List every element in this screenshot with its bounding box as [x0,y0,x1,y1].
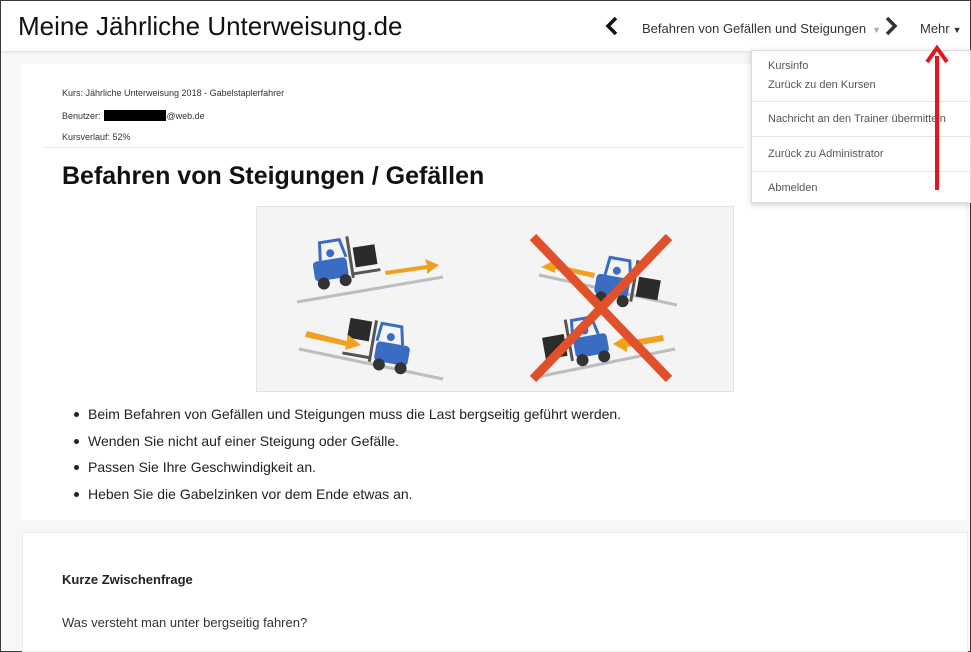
lesson-select-label: Befahren von Gefällen und Steigungen [642,21,867,36]
menu-item-kursinfo[interactable]: Kursinfo [768,60,808,72]
site-title[interactable]: Meine Jährliche Unterweisung.de [18,11,402,42]
list-item: Passen Sie Ihre Geschwindigkeit an. [72,459,621,486]
more-dropdown-menu: Kursinfo Zurück zu den Kursen Nachricht … [751,50,971,203]
lesson-title: Befahren von Steigungen / Gefällen [62,162,485,190]
question-text: Was versteht man unter bergseitig fahren… [62,615,308,630]
menu-divider [752,101,970,102]
menu-item-logout[interactable]: Abmelden [768,182,818,194]
menu-divider [752,171,970,172]
forklift-slope-illustration [256,206,734,392]
user-email-domain: @web.de [166,111,205,121]
question-card [22,532,968,652]
question-heading: Kurze Zwischenfrage [62,572,193,587]
lesson-select-dropdown[interactable]: Befahren von Gefällen und Steigungen ▼ [642,21,881,36]
menu-divider [752,136,970,137]
user-label: Benutzer: [62,111,101,121]
list-item: Wenden Sie nicht auf einer Steigung oder… [72,433,621,460]
menu-item-message-trainer[interactable]: Nachricht an den Trainer übermitteln [768,113,946,125]
caret-down-icon: ▼ [872,25,881,35]
forklift-icon [312,236,381,290]
lesson-bullet-list: Beim Befahren von Gefällen und Steigunge… [72,406,621,512]
list-item: Beim Befahren von Gefällen und Steigunge… [72,406,621,433]
chevron-left-icon[interactable] [603,16,621,36]
more-menu-label: Mehr [920,21,950,36]
course-progress: Kursverlauf: 52% [62,132,131,142]
chevron-right-icon[interactable] [882,16,900,36]
menu-item-back-to-courses[interactable]: Zurück zu den Kursen [768,79,876,91]
redacted-username [103,110,166,121]
divider [44,147,744,148]
caret-down-icon: ▼ [952,25,962,35]
user-line: Benutzer: @web.de [62,110,205,121]
more-menu-button[interactable]: Mehr ▼ [920,21,962,36]
course-name: Kurs: Jährliche Unterweisung 2018 - Gabe… [62,88,285,98]
list-item: Heben Sie die Gabelzinken vor dem Ende e… [72,486,621,513]
menu-item-back-to-admin[interactable]: Zurück zu Administrator [768,148,884,160]
